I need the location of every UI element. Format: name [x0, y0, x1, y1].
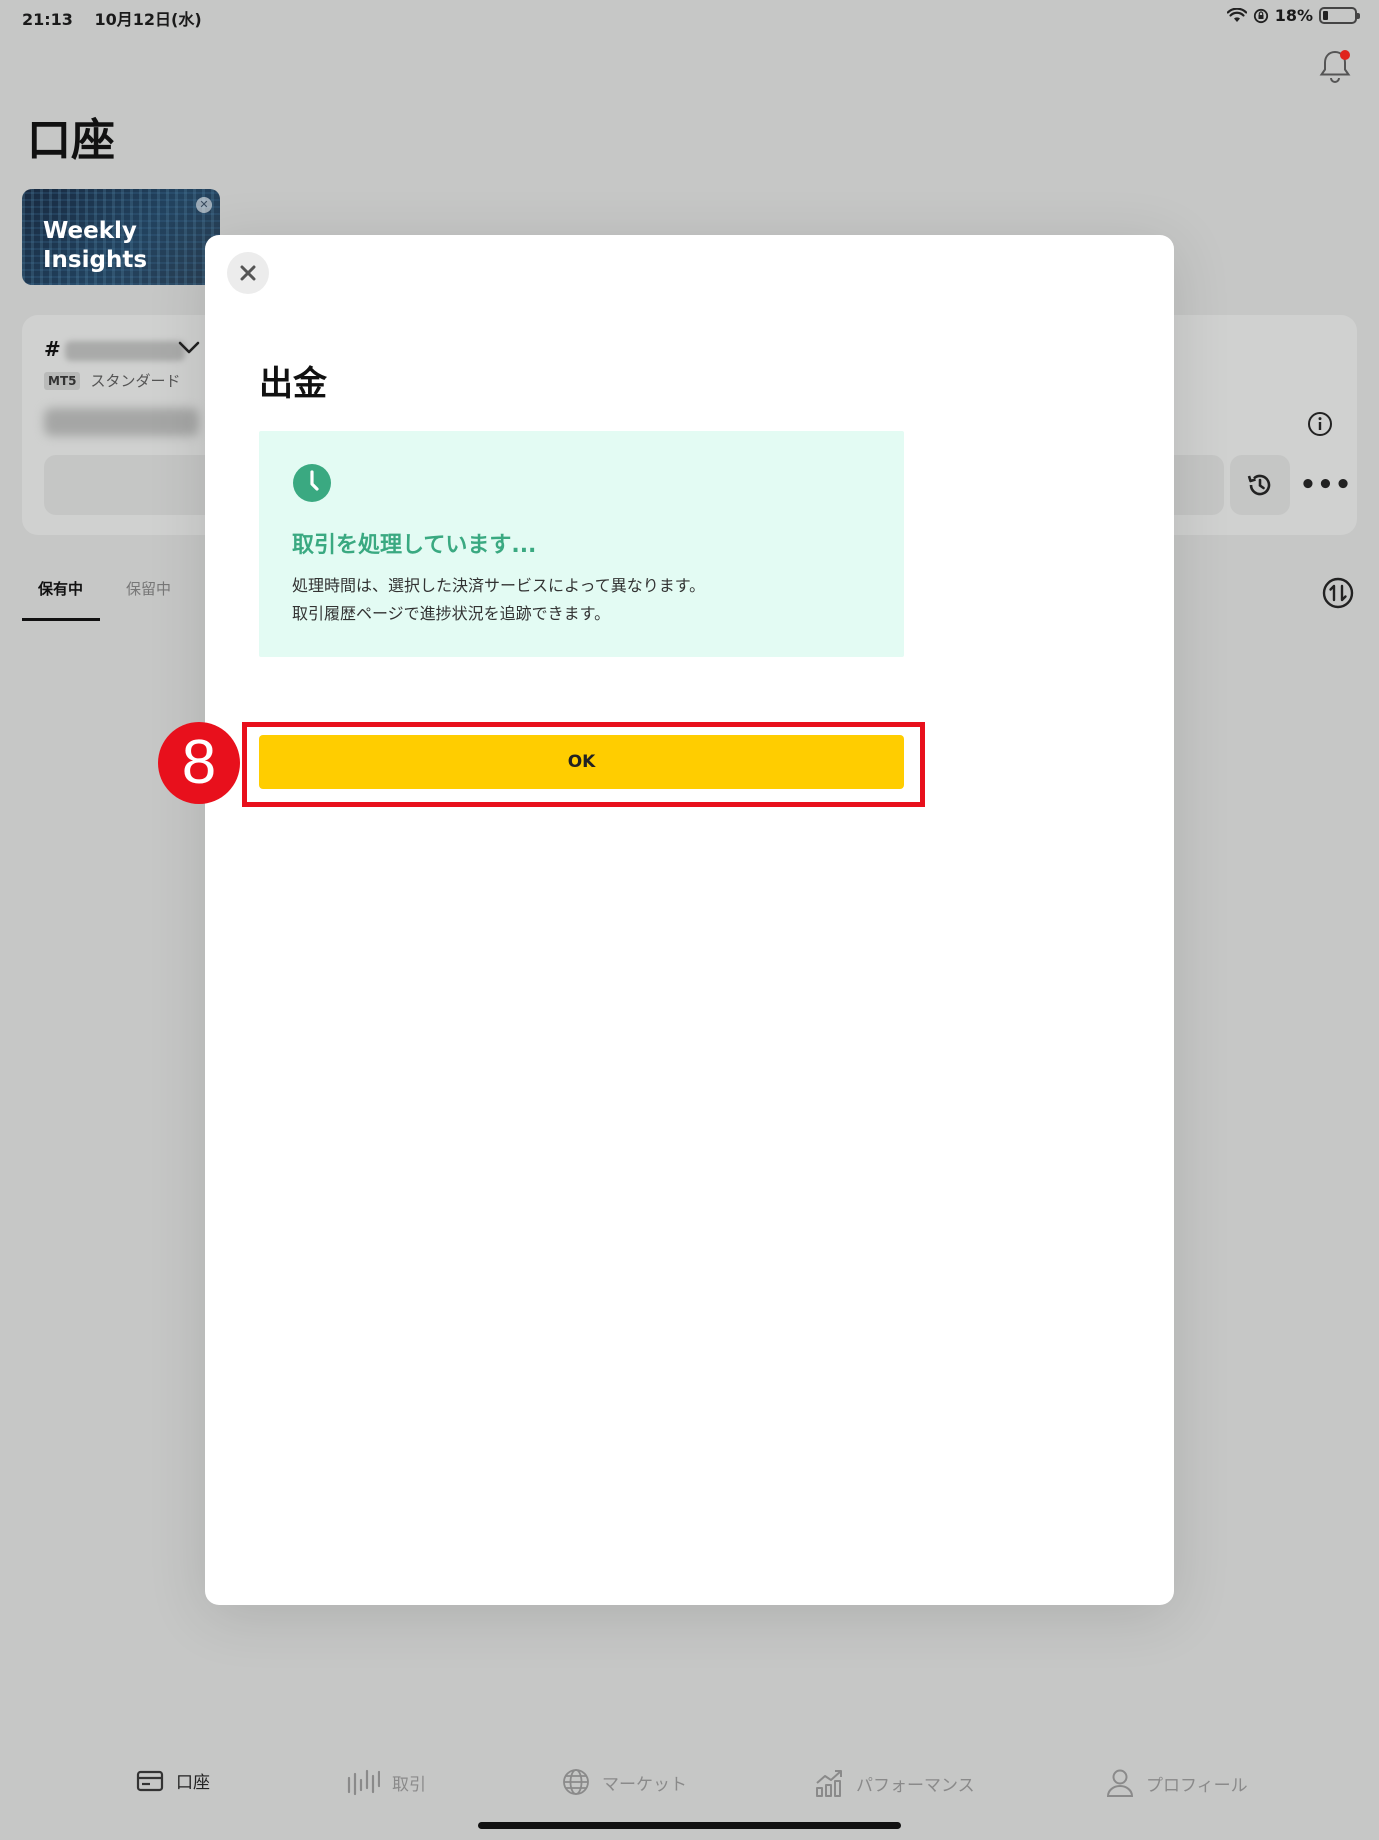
processing-description: 処理時間は、選択した決済サービスによって異なります。 取引履歴ページで進捗状況を…	[292, 572, 705, 628]
nav-label: 口座	[176, 1773, 210, 1793]
modal-close-button[interactable]	[227, 252, 269, 294]
nav-item-trade[interactable]: 取引	[346, 1768, 426, 1796]
account-meta: MT5 スタンダード	[44, 370, 181, 391]
status-bar: 21:13 10月12日(水) 18%	[0, 0, 1379, 34]
clock-icon	[293, 464, 331, 502]
candlestick-icon	[347, 1769, 380, 1796]
nav-item-performance[interactable]: パフォーマンス	[814, 1768, 975, 1798]
notification-dot	[1340, 50, 1350, 60]
nav-item-profile[interactable]: プロフィール	[1106, 1768, 1248, 1798]
ok-button[interactable]: OK	[259, 735, 904, 789]
status-left: 21:13 10月12日(水)	[22, 6, 202, 30]
tab-open-positions[interactable]: 保有中	[38, 578, 83, 599]
nav-label: マーケット	[602, 1774, 687, 1795]
orientation-lock-icon	[1253, 8, 1268, 23]
more-icon: •••	[1299, 470, 1353, 500]
processing-line-1: 処理時間は、選択した決済サービスによって異なります。	[292, 576, 706, 595]
info-icon[interactable]	[1307, 411, 1333, 437]
account-type: スタンダード	[90, 372, 181, 390]
chart-icon	[816, 1770, 842, 1797]
globe-icon	[563, 1769, 589, 1795]
sort-icon[interactable]	[1321, 576, 1355, 610]
step-number-badge: 8	[158, 722, 240, 804]
battery-icon	[1319, 7, 1360, 24]
tab-pending-orders[interactable]: 保留中	[126, 578, 171, 599]
home-indicator	[478, 1822, 901, 1829]
status-right: 18%	[1226, 6, 1360, 25]
withdrawal-modal: 出金 取引を処理しています... 処理時間は、選択した決済サービスによって異なり…	[205, 235, 1174, 1605]
nav-label: 取引	[392, 1774, 426, 1795]
processing-line-2: 取引履歴ページで進捗状況を追跡できます。	[292, 604, 611, 623]
more-options-button[interactable]: •••	[1296, 455, 1356, 515]
close-icon	[240, 265, 256, 281]
status-time: 21:13	[22, 10, 73, 29]
nav-label: パフォーマンス	[856, 1775, 975, 1796]
history-button[interactable]	[1230, 455, 1290, 515]
battery-percent: 18%	[1274, 6, 1313, 25]
modal-title: 出金	[259, 364, 327, 404]
account-number-redacted	[64, 340, 185, 361]
status-date: 10月12日(水)	[94, 10, 202, 29]
account-balance-redacted	[44, 408, 199, 436]
account-number-prefix: #	[44, 337, 61, 361]
promo-text: Weekly Insights	[43, 218, 148, 273]
chevron-down-icon[interactable]	[178, 341, 200, 355]
nav-item-market[interactable]: マーケット	[562, 1768, 687, 1796]
card-icon	[136, 1770, 164, 1791]
account-number[interactable]: #	[44, 337, 185, 361]
person-icon	[1106, 1769, 1134, 1797]
wifi-icon	[1226, 7, 1247, 22]
notification-bell-icon[interactable]	[1318, 46, 1352, 86]
tab-underline	[22, 618, 100, 621]
history-icon	[1247, 474, 1271, 496]
nav-label: プロフィール	[1146, 1775, 1248, 1796]
processing-heading: 取引を処理しています...	[292, 533, 537, 558]
bottom-nav: 口座 取引 マーケット パフォーマンス プロフィール	[0, 1768, 1379, 1808]
processing-status-box: 取引を処理しています... 処理時間は、選択した決済サービスによって異なります。…	[259, 431, 904, 657]
nav-item-account[interactable]: 口座	[136, 1768, 210, 1793]
weekly-insights-card[interactable]: Weekly Insights ✕	[22, 189, 220, 285]
promo-close-icon[interactable]: ✕	[196, 197, 212, 213]
page-title: 口座	[27, 115, 115, 166]
platform-badge: MT5	[44, 371, 81, 390]
